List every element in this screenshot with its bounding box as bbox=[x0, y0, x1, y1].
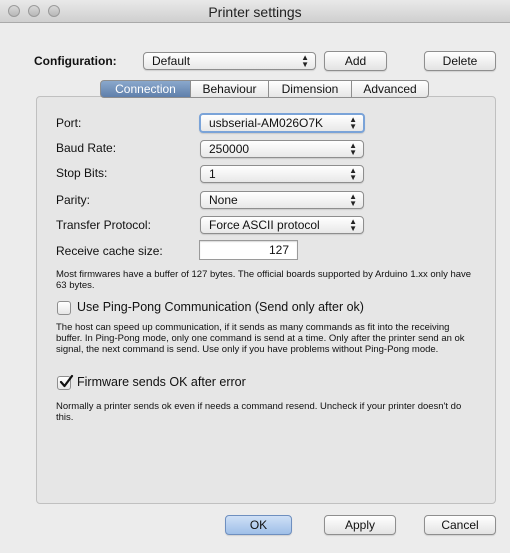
window-title: Printer settings bbox=[208, 4, 302, 20]
transfer-protocol-value: Force ASCII protocol bbox=[209, 218, 320, 232]
updown-arrows-icon: ▲ ▼ bbox=[349, 166, 357, 182]
firmware-ok-label[interactable]: Firmware sends OK after error bbox=[77, 375, 246, 389]
ping-pong-checkbox[interactable] bbox=[57, 301, 71, 315]
configuration-select[interactable]: Default ▲ ▼ bbox=[143, 52, 316, 70]
parity-label: Parity: bbox=[56, 193, 91, 207]
printer-settings-window: Printer settings Configuration: Default … bbox=[0, 0, 510, 553]
updown-arrows-icon: ▲ ▼ bbox=[349, 217, 357, 233]
firmware-ok-checkbox[interactable] bbox=[57, 374, 74, 390]
ok-button[interactable]: OK bbox=[225, 515, 292, 535]
add-button[interactable]: Add bbox=[324, 51, 387, 71]
cache-help-text: Most firmwares have a buffer of 127 byte… bbox=[56, 269, 472, 291]
updown-arrows-icon: ▲ ▼ bbox=[349, 192, 357, 208]
ping-pong-label[interactable]: Use Ping-Pong Communication (Send only a… bbox=[77, 300, 364, 314]
firmware-help-text: Normally a printer sends ok even if need… bbox=[56, 401, 462, 423]
tab-behaviour[interactable]: Behaviour bbox=[191, 80, 269, 98]
updown-arrows-icon: ▲ ▼ bbox=[301, 53, 309, 69]
settings-tabs: Connection Behaviour Dimension Advanced bbox=[100, 80, 429, 100]
port-label: Port: bbox=[56, 116, 82, 130]
tab-advanced[interactable]: Advanced bbox=[352, 80, 429, 98]
tab-connection[interactable]: Connection bbox=[100, 80, 191, 98]
apply-button[interactable]: Apply bbox=[324, 515, 396, 535]
transfer-protocol-label: Transfer Protocol: bbox=[56, 218, 151, 232]
cancel-button[interactable]: Cancel bbox=[424, 515, 496, 535]
stop-bits-label: Stop Bits: bbox=[56, 166, 108, 180]
stop-bits-select[interactable]: 1 ▲ ▼ bbox=[200, 165, 364, 183]
baud-rate-value: 250000 bbox=[209, 142, 250, 156]
transfer-protocol-select[interactable]: Force ASCII protocol ▲ ▼ bbox=[200, 216, 364, 234]
receive-cache-input[interactable]: 127 bbox=[199, 240, 298, 260]
port-select[interactable]: usbserial-AM026O7K ▲ ▼ bbox=[199, 113, 365, 133]
baud-rate-label: Baud Rate: bbox=[56, 141, 117, 155]
updown-arrows-icon: ▲ ▼ bbox=[349, 115, 357, 131]
updown-arrows-icon: ▲ ▼ bbox=[349, 141, 357, 157]
configuration-value: Default bbox=[152, 54, 191, 68]
title-bar: Printer settings bbox=[0, 0, 510, 23]
tab-dimension[interactable]: Dimension bbox=[269, 80, 352, 98]
ping-pong-help-text: The host can speed up communication, if … bbox=[56, 322, 465, 355]
checkmark-icon bbox=[59, 374, 74, 388]
delete-button[interactable]: Delete bbox=[424, 51, 496, 71]
receive-cache-label: Receive cache size: bbox=[56, 244, 163, 258]
parity-value: None bbox=[209, 193, 238, 207]
stop-bits-value: 1 bbox=[209, 167, 216, 181]
baud-rate-select[interactable]: 250000 ▲ ▼ bbox=[200, 140, 364, 158]
port-value: usbserial-AM026O7K bbox=[209, 116, 324, 130]
parity-select[interactable]: None ▲ ▼ bbox=[200, 191, 364, 209]
configuration-label: Configuration: bbox=[34, 54, 117, 68]
